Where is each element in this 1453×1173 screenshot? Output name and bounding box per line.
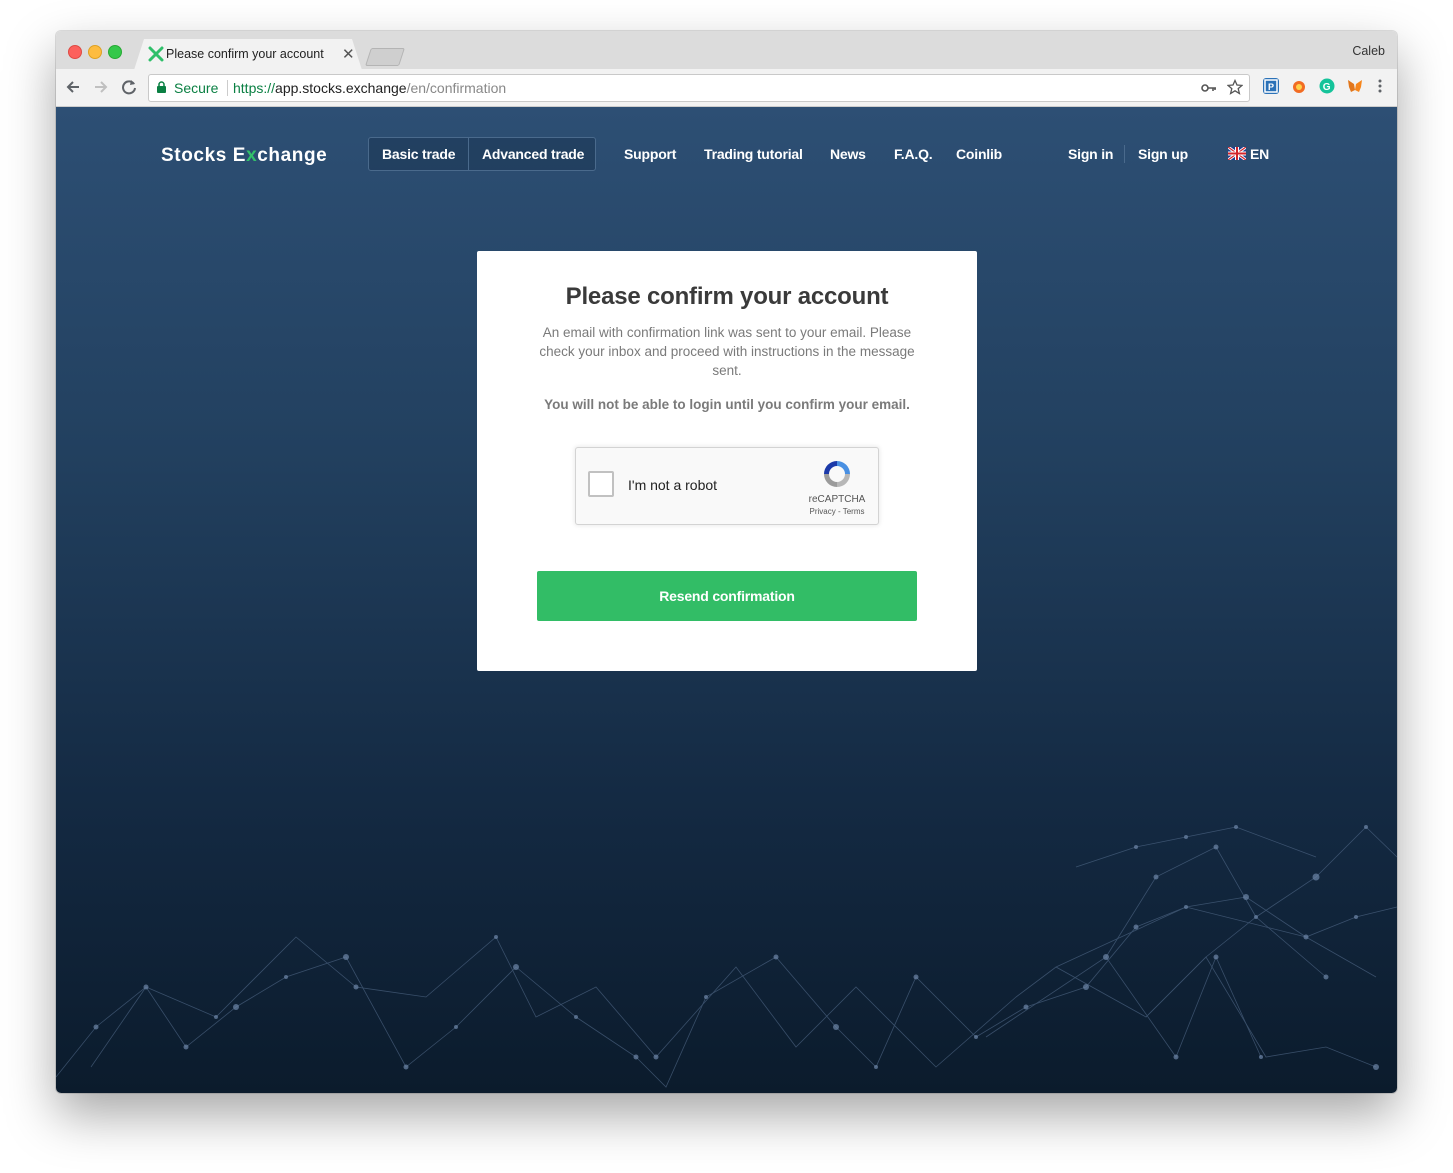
auth-divider: [1124, 145, 1125, 163]
card-title: Please confirm your account: [565, 283, 889, 310]
tab-title: Please confirm your account: [166, 47, 324, 61]
new-tab-button[interactable]: [365, 48, 405, 66]
minimize-window-button[interactable]: [88, 45, 102, 59]
url-host: app.stocks.exchange: [275, 80, 407, 96]
logo-prefix: Stocks E: [161, 145, 247, 166]
page-content: Stocks Exchange Basic trade Advanced tra…: [56, 107, 1397, 1093]
tab-active[interactable]: Please confirm your account ✕: [134, 39, 362, 70]
recaptcha-checkbox[interactable]: [588, 471, 614, 497]
network-background-graphic: [56, 825, 1397, 1088]
close-tab-icon[interactable]: ✕: [342, 45, 355, 63]
recaptcha-brand: reCAPTCHA: [808, 494, 866, 505]
profile-name[interactable]: Caleb: [1352, 44, 1385, 58]
sign-up-link[interactable]: Sign up: [1138, 146, 1188, 162]
logo-accent: x: [246, 145, 258, 166]
svg-text:G: G: [1323, 82, 1331, 93]
maximize-window-button[interactable]: [108, 45, 122, 59]
nav-advanced-trade[interactable]: Advanced trade: [482, 146, 584, 162]
nav-coinlib[interactable]: Coinlib: [956, 146, 1002, 162]
stocks-exchange-favicon-icon: [148, 46, 164, 62]
metamask-extension-icon[interactable]: [1347, 78, 1363, 94]
recaptcha-widget: I'm not a robot reCAPTCHA Privacy - Term…: [575, 447, 879, 525]
recaptcha-privacy-terms[interactable]: Privacy - Terms: [800, 507, 874, 516]
url-text[interactable]: https://app.stocks.exchange/en/confirmat…: [233, 80, 506, 96]
pushbullet-extension-icon[interactable]: P: [1263, 78, 1279, 94]
nav-trading-tutorial[interactable]: Trading tutorial: [704, 146, 803, 162]
url-path: /en/confirmation: [406, 80, 507, 96]
address-separator: [227, 80, 228, 96]
nav-news[interactable]: News: [830, 146, 866, 162]
recaptcha-label: I'm not a robot: [628, 477, 718, 493]
svg-text:P: P: [1268, 82, 1274, 92]
menu-icon[interactable]: [1372, 78, 1388, 94]
nav-support[interactable]: Support: [624, 146, 676, 162]
card-warning: You will not be able to login until you …: [544, 397, 910, 412]
lock-icon: [157, 81, 166, 93]
bookmark-star-icon[interactable]: [1227, 79, 1243, 95]
language-selector[interactable]: EN: [1250, 146, 1269, 162]
grammarly-extension-icon[interactable]: G: [1319, 78, 1335, 94]
nav-faq[interactable]: F.A.Q.: [894, 146, 933, 162]
tab-bar: Please confirm your account ✕ Caleb: [56, 31, 1397, 70]
logo-suffix: change: [257, 145, 328, 166]
reload-icon[interactable]: [118, 76, 140, 98]
resend-confirmation-button[interactable]: Resend confirmation: [537, 571, 917, 621]
honey-extension-icon[interactable]: [1291, 78, 1307, 94]
close-window-button[interactable]: [68, 45, 82, 59]
trade-divider: [468, 138, 469, 170]
secure-label: Secure: [174, 80, 219, 96]
browser-window: Please confirm your account ✕ Caleb Secu…: [56, 31, 1397, 1093]
address-bar[interactable]: Secure https://app.stocks.exchange/en/co…: [148, 74, 1250, 102]
url-scheme: https://: [233, 80, 276, 96]
browser-toolbar: Secure https://app.stocks.exchange/en/co…: [56, 69, 1397, 107]
nav-basic-trade[interactable]: Basic trade: [382, 146, 455, 162]
recaptcha-logo-icon: [824, 461, 850, 487]
sign-in-link[interactable]: Sign in: [1068, 146, 1113, 162]
site-logo[interactable]: Stocks Exchange: [161, 145, 327, 167]
forward-icon[interactable]: [90, 76, 112, 98]
confirm-account-card: Please confirm your account An email wit…: [477, 251, 977, 671]
card-message: An email with confirmation link was sent…: [539, 325, 915, 378]
uk-flag-icon[interactable]: [1228, 147, 1246, 160]
back-icon[interactable]: [62, 76, 84, 98]
key-icon[interactable]: [1201, 81, 1217, 95]
